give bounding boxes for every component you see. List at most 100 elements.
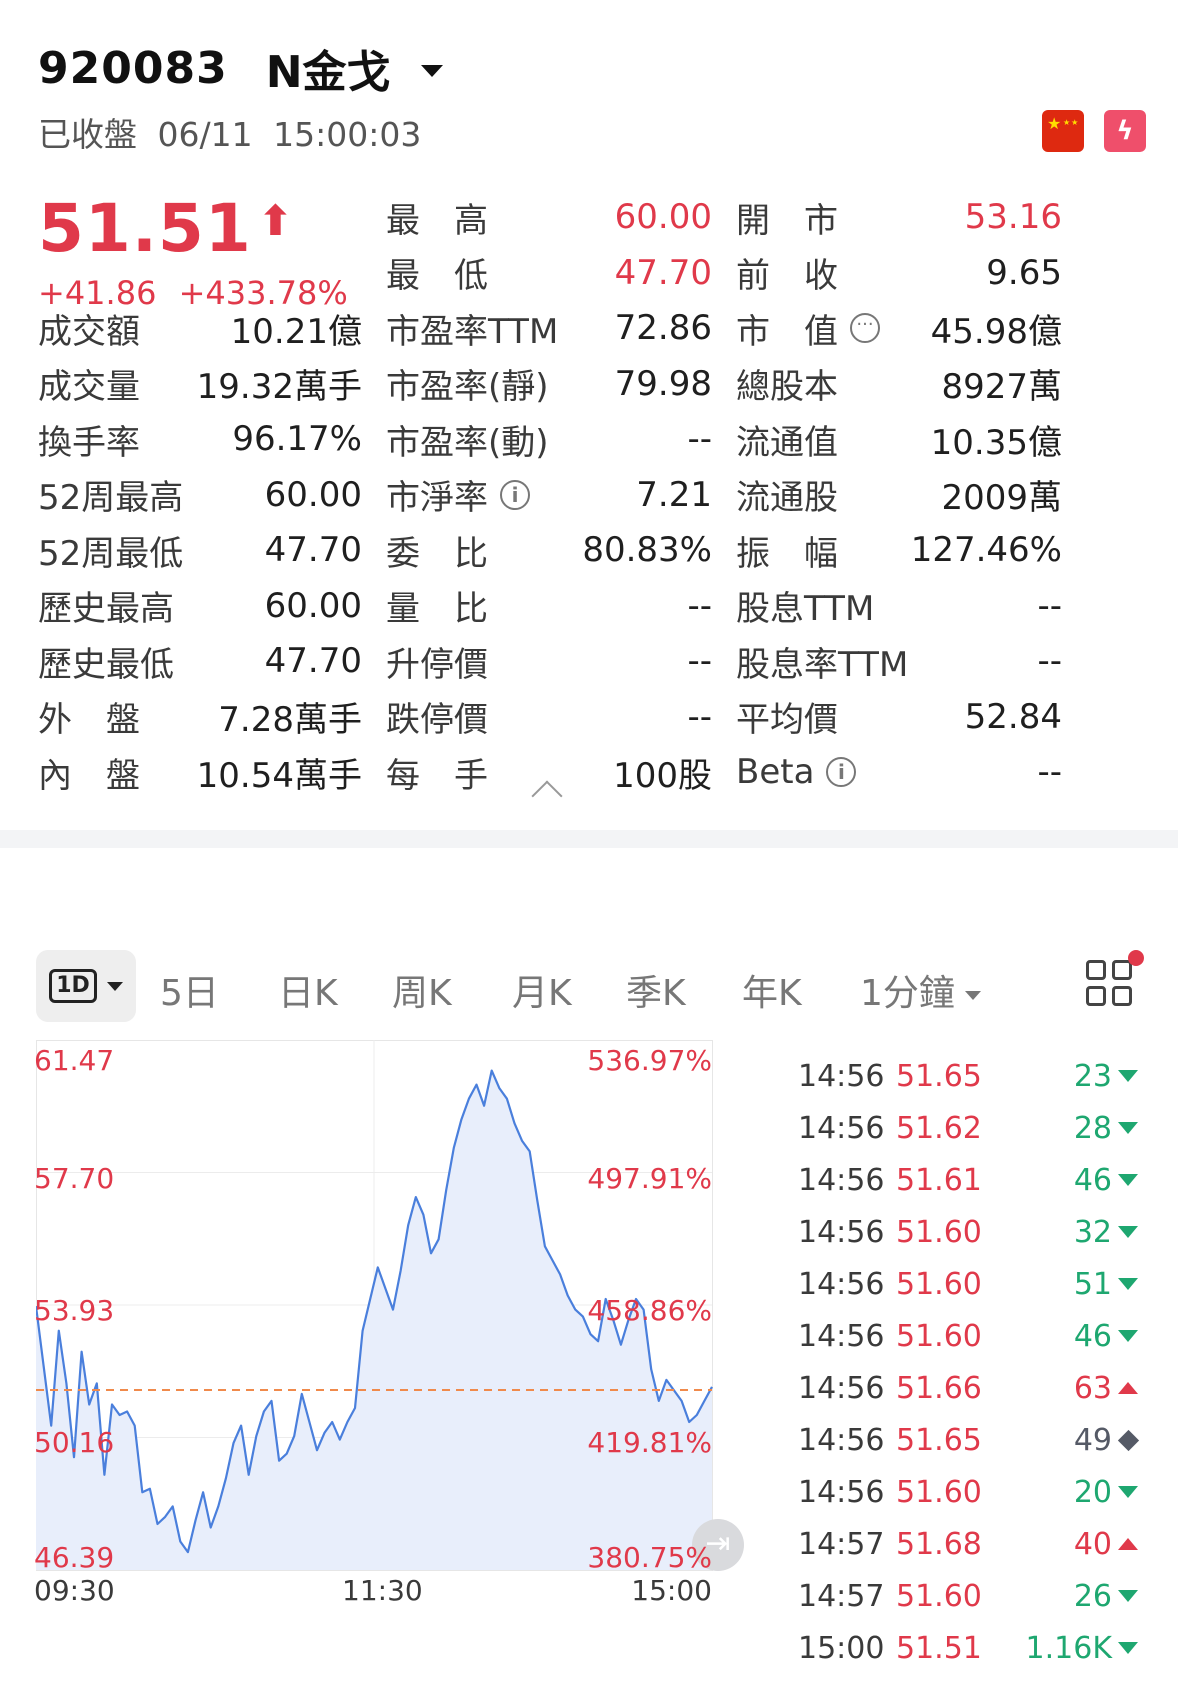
stat-col2-8: 升停價 -- <box>386 634 712 688</box>
tick-direction <box>1116 1382 1140 1394</box>
stat-label-text: 流通值 <box>736 422 838 463</box>
tick-volume: 23 <box>1073 1058 1112 1094</box>
tick-row: 14:57 51.68 40 <box>798 1518 1140 1570</box>
tab-monthly-k[interactable]: 月K <box>512 964 572 1016</box>
market-status: 已收盤 06/11 15:00:03 <box>38 108 1148 156</box>
more-options-icon[interactable]: ··· <box>850 313 880 343</box>
stat-label: 外 盤 <box>38 692 140 741</box>
stat-label-text: 股息率TTM <box>736 644 909 685</box>
tab-yearly-k[interactable]: 年K <box>742 964 802 1016</box>
stat-label-text: 市盈率TTM <box>386 311 559 352</box>
y-axis-left-tick: 61.47 <box>34 1044 115 1077</box>
stat-label: 歷史最低 <box>38 637 174 686</box>
tick-price: 51.68 <box>896 1526 982 1562</box>
info-icon[interactable]: i <box>826 757 857 787</box>
stat-value: 7.21 <box>636 474 712 515</box>
stock-switch-dropdown-icon[interactable] <box>420 65 443 77</box>
tick-row: 14:56 51.66 63 <box>798 1362 1140 1414</box>
down-triangle-icon <box>1118 1278 1138 1290</box>
tab-daily-k[interactable]: 日K <box>278 964 338 1016</box>
tab-minute-label: 1分鐘 <box>860 973 955 1014</box>
stat-label: 市 值 ··· <box>736 304 880 353</box>
tick-price: 51.60 <box>896 1318 982 1354</box>
x-axis-mid: 11:30 <box>342 1574 423 1607</box>
tick-time: 14:56 <box>798 1162 885 1198</box>
stat-value: 60.00 <box>264 474 362 515</box>
y-axis-left-tick: 46.39 <box>34 1541 115 1574</box>
down-triangle-icon <box>1118 1590 1138 1602</box>
tick-direction <box>1116 1174 1140 1186</box>
stat-label-text: 振 幅 <box>736 533 838 574</box>
stat-col1-4: 52周最低 47.70 <box>38 523 362 577</box>
tick-direction <box>1116 1226 1140 1238</box>
stat-label-text: 成交量 <box>38 367 140 407</box>
tick-time: 14:57 <box>798 1526 885 1562</box>
market-status-text: 已收盤 <box>38 115 137 154</box>
stat-col1-6: 歷史最低 47.70 <box>38 634 362 688</box>
stat-col3-10: Beta i -- <box>736 745 1062 799</box>
y-axis-right-tick: 419.81% <box>587 1426 712 1459</box>
tick-price: 51.62 <box>896 1110 982 1146</box>
stat-col2-1: 最 低 47.70 <box>386 246 712 300</box>
tick-time: 14:56 <box>798 1422 885 1458</box>
stat-label-text: 52周最低 <box>38 533 184 574</box>
stat-value: 72.86 <box>614 308 712 348</box>
tab-minute-select[interactable]: 1分鐘 <box>860 964 981 1016</box>
stat-value: 10.21億 <box>230 311 362 352</box>
stat-value: -- <box>1037 585 1062 626</box>
tick-row: 14:56 51.60 20 <box>798 1466 1140 1518</box>
price-block: 51.51 ⬆ +41.86 +433.78% <box>38 190 398 312</box>
china-flag-icon <box>1042 110 1084 152</box>
stat-col3-8: 股息率TTM -- <box>736 634 1062 688</box>
down-triangle-icon <box>1118 1486 1138 1498</box>
stat-label: 升停價 <box>386 637 488 686</box>
lightning-badge-icon[interactable]: ϟ <box>1104 110 1146 152</box>
stat-label-text: 市盈率(靜) <box>386 367 549 407</box>
layout-grid-icon[interactable] <box>1086 958 1134 1006</box>
stat-value: -- <box>1037 752 1062 792</box>
info-icon[interactable]: i <box>500 479 530 510</box>
x-axis-end: 15:00 <box>631 1574 712 1607</box>
tick-row: 14:56 51.62 28 <box>798 1102 1140 1154</box>
tab-quarterly-k[interactable]: 季K <box>626 964 686 1016</box>
stat-label-text: Beta <box>736 752 815 792</box>
stat-col2-2: 市盈率TTM 72.86 <box>386 301 712 355</box>
tick-price: 51.60 <box>896 1578 982 1614</box>
stat-col3-3: 總股本 8927萬 <box>736 357 1062 411</box>
tick-time: 14:57 <box>798 1578 885 1614</box>
tab-5day[interactable]: 5日 <box>160 964 219 1016</box>
stat-col1-7: 外 盤 7.28萬手 <box>38 690 362 744</box>
x-axis-start: 09:30 <box>34 1574 115 1607</box>
stat-col2-5: 市淨率 i 7.21 <box>386 468 712 522</box>
tick-price: 51.61 <box>896 1162 982 1198</box>
stat-value: 10.54萬手 <box>196 755 362 796</box>
stat-col1-1: 成交量 19.32萬手 <box>38 357 362 411</box>
tick-direction <box>1116 1070 1140 1082</box>
tick-direction <box>1116 1122 1140 1134</box>
tab-1d[interactable]: 1D <box>36 950 136 1022</box>
stat-label-text: 最 高 <box>386 200 488 241</box>
tick-row: 14:57 51.60 26 <box>798 1570 1140 1622</box>
neutral-diamond-icon <box>1117 1429 1139 1451</box>
stat-label: 開 市 <box>736 193 838 242</box>
chevron-down-icon <box>106 981 123 991</box>
stat-label-text: 52周最高 <box>38 478 184 518</box>
stat-value: 80.83% <box>582 530 712 570</box>
stat-col3-6: 振 幅 127.46% <box>736 523 1062 577</box>
tick-direction <box>1116 1642 1140 1654</box>
tick-time: 14:56 <box>798 1266 885 1302</box>
stat-label-text: 最 低 <box>386 256 488 296</box>
tab-weekly-k[interactable]: 周K <box>392 964 452 1016</box>
stat-label-text: 成交額 <box>38 311 140 352</box>
title-row[interactable]: 920083 N金戈 <box>38 40 1148 98</box>
stat-col2-4: 市盈率(動) -- <box>386 412 712 466</box>
intraday-chart[interactable]: ⇥ 61.47 57.70 53.93 50.16 46.39 536.97% 497.91… <box>34 1040 768 1670</box>
trade-ticks-list: 14:56 51.65 23 14:56 51.62 28 14:56 51.61 46 14:5… <box>798 1040 1140 1670</box>
stat-label-text: 委 比 <box>386 533 488 574</box>
last-price: 51.51 <box>38 190 252 267</box>
stat-label: 市盈率(靜) <box>386 359 549 408</box>
stat-label: 換手率 <box>38 415 140 464</box>
tick-direction <box>1116 1538 1140 1550</box>
tick-volume: 46 <box>1073 1318 1112 1354</box>
stat-label-text: 歷史最高 <box>38 589 174 629</box>
